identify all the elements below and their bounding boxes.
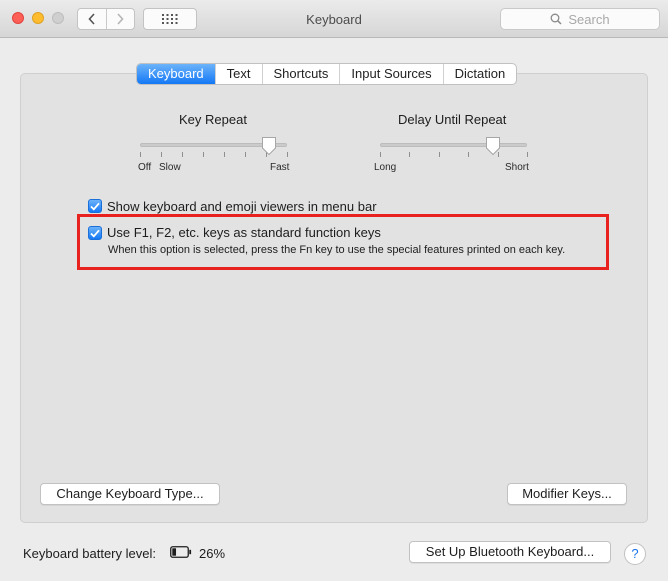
tab-input-sources[interactable]: Input Sources xyxy=(339,64,442,84)
checkmark-icon xyxy=(90,229,100,238)
modifier-keys-button[interactable]: Modifier Keys... xyxy=(507,483,627,505)
key-repeat-off-label: Off xyxy=(138,162,152,173)
slider-tick xyxy=(439,152,440,157)
slider-tick xyxy=(161,152,162,157)
delay-until-repeat-title: Delay Until Repeat xyxy=(398,112,507,127)
slider-tick xyxy=(182,152,183,157)
show-viewers-checkbox[interactable] xyxy=(88,199,102,213)
checkmark-icon xyxy=(90,202,100,211)
help-button[interactable]: ? xyxy=(624,543,646,565)
search-field[interactable]: Search xyxy=(500,8,660,30)
search-icon xyxy=(550,13,562,25)
delay-long-label: Long xyxy=(374,162,397,173)
tab-bar: Keyboard Text Shortcuts Input Sources Di… xyxy=(136,63,518,85)
highlight-box xyxy=(77,214,609,270)
set-up-bluetooth-keyboard-button[interactable]: Set Up Bluetooth Keyboard... xyxy=(409,541,611,563)
tab-shortcuts[interactable]: Shortcuts xyxy=(261,64,340,84)
show-viewers-label[interactable]: Show keyboard and emoji viewers in menu … xyxy=(107,199,377,214)
key-repeat-title: Key Repeat xyxy=(179,112,247,127)
slider-tick xyxy=(468,152,469,157)
tab-keyboard[interactable]: Keyboard xyxy=(137,64,215,84)
battery-percent: 26% xyxy=(199,546,226,561)
battery-icon xyxy=(170,546,192,558)
key-repeat-fast-label: Fast xyxy=(270,162,290,173)
delay-until-repeat-track[interactable] xyxy=(380,143,527,147)
key-repeat-thumb[interactable] xyxy=(261,136,277,156)
slider-tick xyxy=(203,152,204,157)
key-repeat-slow-label: Slow xyxy=(159,162,181,173)
content-panel xyxy=(20,73,648,523)
tab-dictation[interactable]: Dictation xyxy=(442,64,517,84)
delay-until-repeat-thumb[interactable] xyxy=(485,136,501,156)
function-keys-checkbox[interactable] xyxy=(88,226,102,240)
slider-tick xyxy=(224,152,225,157)
slider-tick xyxy=(287,152,288,157)
change-keyboard-type-button[interactable]: Change Keyboard Type... xyxy=(40,483,220,505)
function-keys-note: When this option is selected, press the … xyxy=(108,244,566,256)
delay-short-label: Short xyxy=(505,162,529,173)
slider-tick xyxy=(527,152,528,157)
title-bar: Keyboard Search xyxy=(0,0,668,38)
function-keys-label[interactable]: Use F1, F2, etc. keys as standard functi… xyxy=(107,225,381,240)
slider-tick xyxy=(245,152,246,157)
slider-tick xyxy=(140,152,141,157)
slider-tick xyxy=(409,152,410,157)
tab-text[interactable]: Text xyxy=(214,64,262,84)
slider-tick xyxy=(380,152,381,157)
search-placeholder: Search xyxy=(568,11,610,27)
battery-level-label: Keyboard battery level: xyxy=(23,546,156,561)
